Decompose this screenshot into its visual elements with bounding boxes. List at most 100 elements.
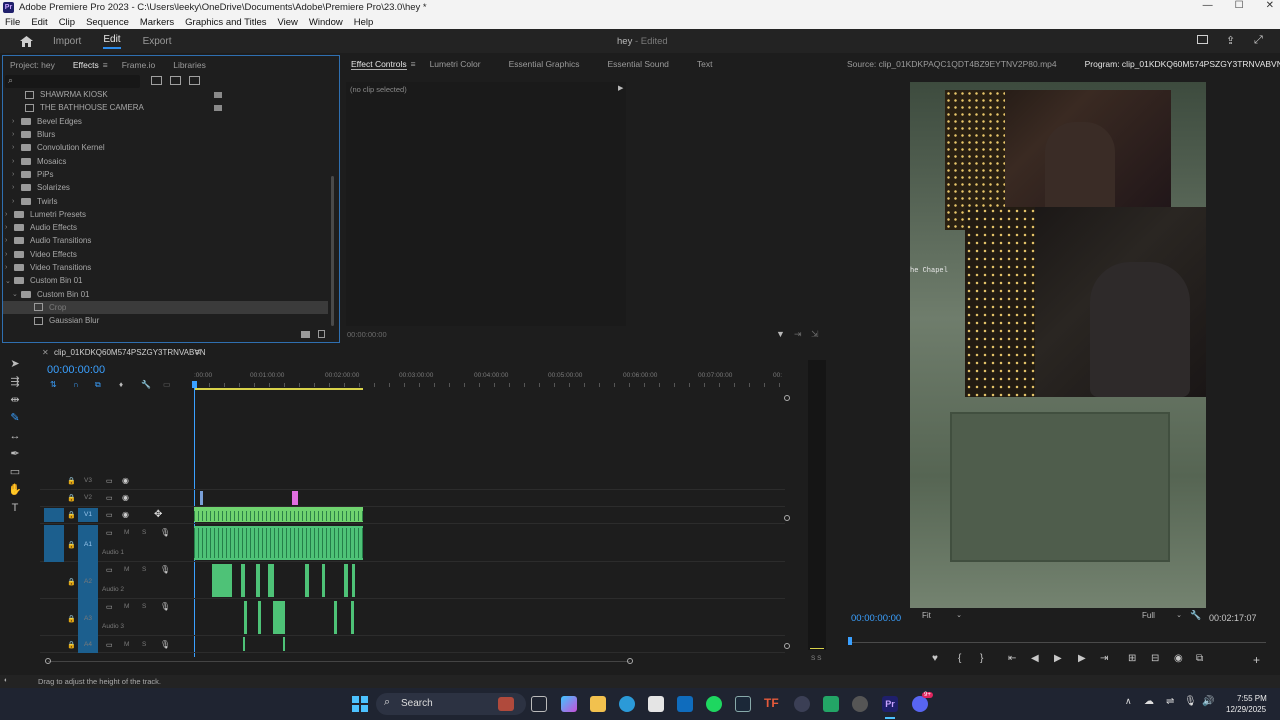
sync-lock-icon[interactable]: ▭ bbox=[106, 566, 113, 574]
step-back-icon[interactable]: ◀ bbox=[1031, 653, 1039, 664]
microsoft-store-icon[interactable] bbox=[648, 696, 664, 712]
file-explorer-icon[interactable] bbox=[590, 696, 606, 712]
panel-menu-icon[interactable]: ≡ bbox=[103, 60, 108, 70]
audio-clip-a2[interactable] bbox=[352, 564, 355, 597]
scroll-handle-mid[interactable] bbox=[784, 515, 790, 521]
insert-sequence-icon[interactable]: ⇅ bbox=[50, 380, 57, 389]
audio-clip-a2[interactable] bbox=[322, 564, 325, 597]
effect-controls-timecode[interactable]: 00:00:00:00 bbox=[347, 330, 387, 339]
settings-icon[interactable]: ⇲ bbox=[811, 329, 819, 340]
tree-folder[interactable]: › Video Transitions bbox=[3, 261, 328, 274]
arrow-app-icon[interactable] bbox=[794, 696, 810, 712]
clock-date[interactable]: 12/29/2025 bbox=[1226, 705, 1266, 714]
tab-source[interactable]: Source: clip_01KDKPAQC1QDT4BZ9EYTNV2P80.… bbox=[847, 59, 1057, 69]
sync-lock-icon[interactable]: ▭ bbox=[106, 511, 113, 519]
tree-folder[interactable]: ⌄ Custom Bin 01 bbox=[3, 288, 328, 301]
yuv-effects-icon[interactable] bbox=[189, 76, 200, 85]
go-to-in-icon[interactable]: ⇤ bbox=[1008, 653, 1016, 664]
tree-item-selected[interactable]: Crop bbox=[3, 300, 328, 315]
microphone-icon[interactable]: 🎙 bbox=[160, 565, 170, 574]
audio-clip-a2[interactable] bbox=[344, 564, 348, 597]
menu-window[interactable]: Window bbox=[309, 17, 343, 28]
chevron-down-icon[interactable]: ⌄ bbox=[5, 277, 14, 285]
razor-tool-icon[interactable]: ✎ bbox=[8, 411, 22, 425]
tab-effects[interactable]: Effects bbox=[73, 60, 99, 70]
chevron-right-icon[interactable]: › bbox=[5, 264, 14, 271]
audio-clip-a2[interactable] bbox=[241, 564, 245, 597]
volume-icon[interactable]: 🔊 bbox=[1202, 696, 1214, 707]
extract-icon[interactable]: ⊟ bbox=[1151, 653, 1159, 664]
new-bin-icon[interactable] bbox=[301, 331, 310, 338]
slip-tool-icon[interactable]: ↔ bbox=[8, 429, 22, 443]
lock-icon[interactable]: 🔒 bbox=[67, 541, 76, 549]
audio-clip-a3[interactable] bbox=[244, 601, 247, 634]
chevron-right-icon[interactable]: › bbox=[12, 171, 21, 178]
tab-project[interactable]: Project: hey bbox=[10, 60, 55, 70]
rectangle-tool-icon[interactable]: ▭ bbox=[8, 465, 22, 479]
microphone-icon[interactable]: 🎙 bbox=[160, 528, 170, 537]
tree-folder[interactable]: › PiPs bbox=[3, 168, 328, 181]
microphone-icon[interactable]: 🎙 bbox=[160, 640, 170, 649]
sheets-icon[interactable] bbox=[823, 696, 839, 712]
windows-start-icon[interactable] bbox=[352, 696, 368, 712]
chevron-right-icon[interactable]: › bbox=[12, 198, 21, 205]
audio-clip-a4[interactable] bbox=[243, 637, 245, 651]
audio-clip-a2[interactable] bbox=[268, 564, 274, 597]
timeline-timecode[interactable]: 00:00:00:00 bbox=[47, 364, 105, 376]
delete-icon[interactable] bbox=[318, 330, 325, 338]
audio-clip-a3[interactable] bbox=[258, 601, 261, 634]
add-marker-icon[interactable]: ♦ bbox=[119, 380, 123, 389]
tree-folder[interactable]: › Twirls bbox=[3, 194, 328, 207]
ripple-edit-icon[interactable]: ⇹ bbox=[8, 393, 22, 407]
export-frame-icon[interactable]: ⇥ bbox=[794, 329, 802, 340]
premiere-taskbar-icon[interactable]: Pr bbox=[882, 696, 898, 712]
solo-button[interactable]: S bbox=[142, 603, 146, 610]
solo-meter-buttons[interactable]: S S bbox=[811, 655, 821, 662]
tab-essential-graphics[interactable]: Essential Graphics bbox=[509, 59, 580, 70]
home-icon[interactable] bbox=[20, 35, 33, 47]
audio-clip-a3[interactable] bbox=[351, 601, 354, 634]
tray-chevron-icon[interactable]: ∧ bbox=[1125, 696, 1132, 707]
chevron-right-icon[interactable]: › bbox=[5, 211, 14, 218]
tree-folder[interactable]: › Solarizes bbox=[3, 181, 328, 194]
snap-icon[interactable]: ∩ bbox=[73, 380, 79, 389]
lock-icon[interactable]: 🔒 bbox=[67, 641, 76, 649]
expand-arrow-icon[interactable]: ▶ bbox=[618, 84, 623, 92]
chevron-right-icon[interactable]: › bbox=[12, 184, 21, 191]
lock-icon[interactable]: 🔒 bbox=[67, 615, 76, 623]
timeline-vertical-scrollbar[interactable] bbox=[784, 395, 790, 651]
mic-icon[interactable]: 🎙 bbox=[1184, 696, 1197, 707]
edge-icon[interactable] bbox=[619, 696, 635, 712]
mute-button[interactable]: M bbox=[124, 529, 129, 536]
sequence-tab[interactable]: clip_01KDKQ60M574PSZGY3TRNVABVN bbox=[54, 348, 205, 357]
audio-clip-a2[interactable] bbox=[212, 564, 232, 597]
tree-folder[interactable]: › Blurs bbox=[3, 128, 328, 141]
tree-item[interactable]: THE BATHHOUSE CAMERA bbox=[3, 101, 328, 114]
tab-program[interactable]: Program: clip_01KDKQ60M574PSZGY3TRNVABVN bbox=[1085, 59, 1280, 69]
export-frame-icon[interactable]: ◉ bbox=[1174, 653, 1183, 664]
timeline-settings-icon[interactable]: 🔧 bbox=[141, 380, 151, 389]
tab-essential-sound[interactable]: Essential Sound bbox=[607, 59, 668, 70]
effects-scrollbar[interactable] bbox=[331, 176, 334, 326]
share-icon[interactable]: ⇪ bbox=[1226, 34, 1235, 47]
hand-tool-icon[interactable]: ✋ bbox=[8, 483, 22, 497]
filter-icon[interactable]: ▼ bbox=[776, 329, 785, 339]
panel-menu-icon[interactable]: ≡ bbox=[411, 59, 416, 70]
tab-import[interactable]: Import bbox=[53, 36, 81, 47]
chevron-right-icon[interactable]: › bbox=[12, 158, 21, 165]
chevron-down-icon[interactable]: ⌄ bbox=[12, 290, 21, 298]
effects-search-input[interactable]: ⌕ bbox=[5, 75, 140, 88]
sync-lock-icon[interactable]: ▭ bbox=[106, 494, 113, 502]
tab-edit[interactable]: Edit bbox=[103, 34, 121, 49]
menu-file[interactable]: File bbox=[5, 17, 20, 28]
network-icon[interactable]: ⇌ bbox=[1166, 696, 1174, 707]
menu-help[interactable]: Help bbox=[354, 17, 374, 28]
taskbar-search[interactable]: ⌕ Search bbox=[376, 693, 526, 715]
program-scrub-bar[interactable] bbox=[848, 637, 1266, 647]
close-sequence-icon[interactable]: ✕ bbox=[42, 348, 49, 357]
outlook-icon[interactable] bbox=[677, 696, 693, 712]
spotify-icon[interactable] bbox=[706, 696, 722, 712]
selection-tool-icon[interactable]: ➤ bbox=[8, 357, 22, 371]
workspaces-icon[interactable] bbox=[1197, 35, 1208, 44]
chevron-right-icon[interactable]: › bbox=[12, 144, 21, 151]
